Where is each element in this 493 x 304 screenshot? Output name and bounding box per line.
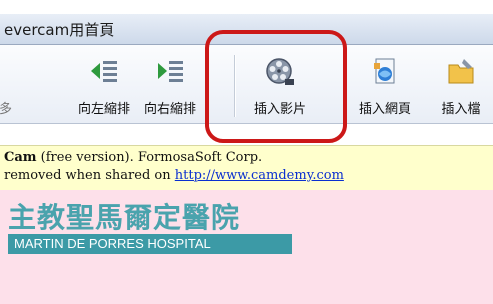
notice-line-1-text: (free version). FormosaSoft Corp. [36,150,263,165]
notice-line-2-text: removed when shared on [4,168,175,183]
highlight-annotation [205,30,347,143]
partial-left-button[interactable]: 多 [0,45,12,123]
outdent-left-label: 向左縮排 [77,102,130,117]
indent-right-icon [158,61,183,82]
notice-brand: Cam [4,150,37,165]
page-content: 主教聖馬爾定醫院 MARTIN DE PORRES HOSPITAL [0,190,493,304]
insert-webpage-button[interactable]: 插入網頁 [350,45,420,123]
insert-webpage-icon [374,58,395,84]
insert-webpage-label: 插入網頁 [358,102,411,117]
indent-right-button[interactable]: 向右縮排 [138,45,202,123]
indent-right-label: 向右縮排 [143,102,196,117]
window-title: evercam用首頁 [4,21,115,39]
notice-line-2: removed when shared on http://www.camdem… [4,168,344,183]
insert-file-button[interactable]: 插入檔 [426,45,493,123]
hospital-logo-english: MARTIN DE PORRES HOSPITAL [8,234,292,254]
hospital-logo-chinese: 主教聖馬爾定醫院 [8,201,241,234]
outdent-left-button[interactable]: 向左縮排 [72,45,136,123]
insert-file-icon [448,59,474,84]
notice-line-1: Cam (free version). FormosaSoft Corp. [4,150,262,165]
partial-left-label: 多 [0,102,12,117]
watermark-notice: Cam (free version). FormosaSoft Corp. re… [0,145,493,191]
camdemy-link[interactable]: http://www.camdemy.com [175,168,344,183]
outdent-left-icon [91,61,117,82]
insert-file-label: 插入檔 [441,102,481,117]
